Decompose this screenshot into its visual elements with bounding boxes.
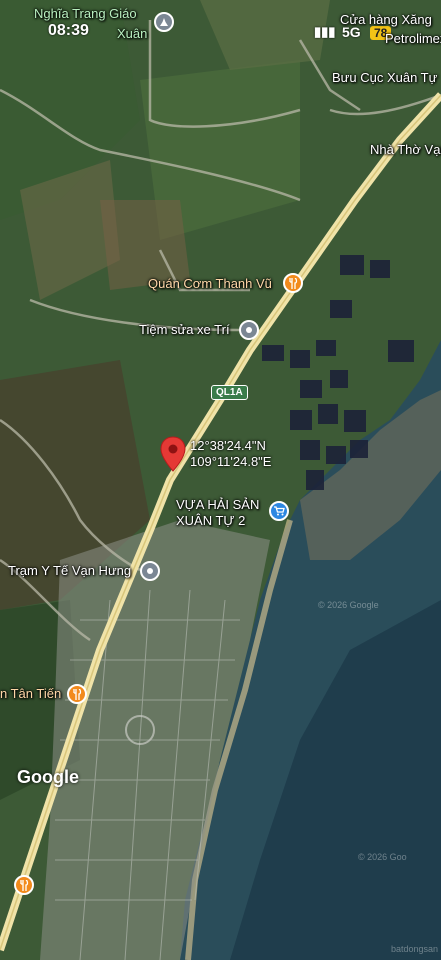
label-restaurant-2[interactable]: n Tân Tiến <box>0 686 61 701</box>
marker-longitude: 109°11'24.8"E <box>190 454 272 469</box>
restaurant-pin-icon[interactable] <box>283 273 303 293</box>
signal-icon: ▮▮▮ <box>314 24 336 39</box>
label-seafood[interactable]: VỰA HẢI SẢN XUÂN TỰ 2 <box>176 497 266 529</box>
watermark-2: © 2026 Goo <box>358 852 407 862</box>
restaurant-3-pin-icon[interactable] <box>14 875 34 895</box>
label-cemetery-sub: Xuân <box>117 26 148 41</box>
road-shield-ql1a: QL1A <box>211 385 248 400</box>
label-gas-station-sub: Petrolimex Số <box>385 31 441 46</box>
label-cemetery[interactable]: Nghĩa Trang Giáo <box>34 6 137 21</box>
watermark-1: © 2026 Google <box>318 600 379 610</box>
label-gas-station[interactable]: Cửa hàng Xăng <box>340 12 432 27</box>
shopping-cart-icon[interactable] <box>269 501 289 521</box>
watermark-3: batdongsan <box>391 944 439 954</box>
label-post-office[interactable]: Bưu Cục Xuân Tự <box>332 70 437 85</box>
label-restaurant[interactable]: Quán Cơm Thanh Vũ <box>148 276 272 291</box>
marker-coordinates: 12°38'24.4"N 109°11'24.8"E <box>190 438 271 470</box>
satellite-map[interactable]: 08:39 ▮▮▮ 5G 78 Nghĩa Trang Giáo Xuân Cử… <box>0 0 441 960</box>
label-church[interactable]: Nhà Thờ Vạn <box>370 142 441 157</box>
poi-pin-icon[interactable] <box>239 320 259 340</box>
cemetery-pin-icon[interactable] <box>154 12 174 32</box>
label-motorbike-repair[interactable]: Tiệm sửa xe Trí <box>139 322 230 337</box>
clinic-pin-icon[interactable] <box>140 561 160 581</box>
location-marker-icon[interactable] <box>160 436 186 472</box>
google-logo: Google <box>17 767 79 787</box>
marker-latitude: 12°38'24.4"N <box>190 438 266 453</box>
restaurant-2-pin-icon[interactable] <box>67 684 87 704</box>
status-time: 08:39 <box>48 22 89 39</box>
label-clinic[interactable]: Trạm Y Tế Vạn Hưng <box>8 563 131 578</box>
